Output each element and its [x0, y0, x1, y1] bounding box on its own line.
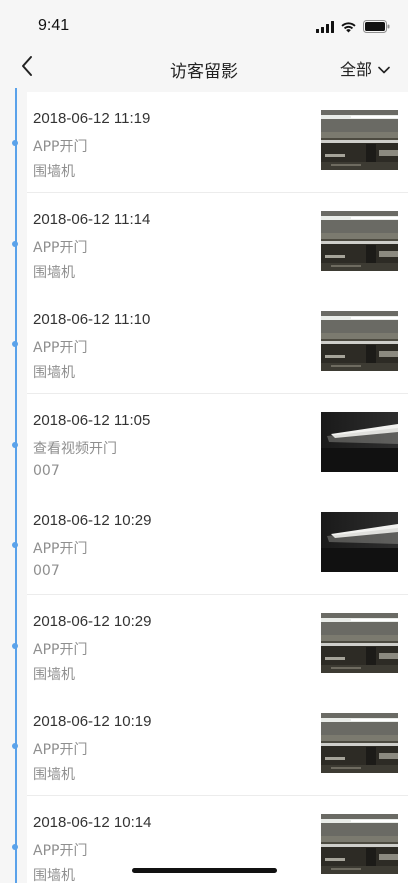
record-time: 2018-06-12 10:29: [33, 612, 152, 630]
visitor-photo-thumbnail[interactable]: [321, 311, 398, 371]
visitor-photo-thumbnail[interactable]: [321, 612, 398, 673]
record-open-method: APP开门: [33, 842, 88, 859]
visitor-photo-thumbnail[interactable]: [321, 512, 398, 572]
record-row[interactable]: 2018-06-12 10:29 APP开门 007: [12, 494, 408, 595]
timeline-dot: [12, 843, 18, 850]
record-time: 2018-06-12 11:14: [33, 210, 151, 228]
filter-label: 全部: [339, 60, 372, 79]
record-row[interactable]: 2018-06-12 11:14 APP开门围墙机: [12, 192, 408, 294]
battery-icon: [363, 18, 390, 37]
record-open-method: APP开门: [33, 239, 88, 256]
record-device: 围墙机: [33, 867, 75, 883]
record-time: 2018-06-12 11:10: [33, 311, 151, 328]
wifi-icon: [340, 18, 357, 37]
home-indicator[interactable]: [132, 868, 277, 873]
record-row[interactable]: 2018-06-12 11:05 查看视频开门 007: [12, 393, 408, 495]
filter-dropdown[interactable]: 全部: [340, 56, 390, 80]
record-device: 007: [33, 462, 60, 479]
visitor-photo-thumbnail[interactable]: [321, 411, 398, 472]
visitor-record-list[interactable]: 2018-06-12 11:19 APP开门 围墙机 2018-06-12 11:14…: [0, 88, 408, 883]
record-time: 2018-06-12 11:19: [33, 110, 151, 127]
record-device: 007: [33, 563, 60, 579]
record-open-method: 查看视频开门: [33, 440, 117, 457]
record-device: 围墙机: [33, 365, 75, 381]
status-time: 9:41: [38, 17, 70, 34]
visitor-photo-thumbnail[interactable]: [321, 813, 398, 874]
visitor-photo-thumbnail[interactable]: [321, 210, 398, 271]
timeline-dot: [12, 441, 18, 448]
cellular-signal-icon: [316, 18, 334, 37]
timeline-dot: [12, 642, 18, 649]
record-open-method: APP开门: [33, 742, 88, 758]
record-open-method: APP开门: [33, 139, 88, 155]
record-row[interactable]: 2018-06-12 10:19 APP开门围墙机: [12, 695, 408, 796]
record-row[interactable]: 2018-06-12 10:29 APP开门围墙机: [12, 594, 408, 696]
visitor-photo-thumbnail[interactable]: [321, 713, 398, 773]
record-device: 围墙机: [33, 164, 75, 180]
record-device: 围墙机: [33, 666, 75, 683]
timeline-dot: [12, 743, 18, 749]
record-open-method: APP开门: [33, 641, 88, 658]
record-time: 2018-06-12 10:14: [33, 813, 152, 831]
record-row[interactable]: 2018-06-12 11:19 APP开门围墙机: [12, 92, 408, 193]
timeline-dot: [12, 240, 18, 247]
status-icons: [316, 18, 390, 37]
visitor-photo-thumbnail[interactable]: [321, 110, 398, 170]
timeline-dot: [12, 140, 18, 146]
status-bar: 9:41: [0, 0, 408, 48]
timeline-line: [15, 88, 17, 883]
record-time: 2018-06-12 10:29: [33, 512, 152, 529]
timeline-dot: [12, 542, 18, 548]
nav-bar: 访客留影 全部: [0, 48, 408, 88]
record-time: 2018-06-12 11:05: [33, 411, 151, 429]
record-open-method: APP开门: [33, 541, 88, 557]
chevron-down-icon: [378, 59, 390, 78]
record-device: 围墙机: [33, 767, 75, 783]
record-open-method: APP开门: [33, 340, 88, 356]
timeline-dot: [12, 341, 18, 347]
record-time: 2018-06-12 10:19: [33, 713, 152, 730]
record-row[interactable]: 2018-06-12 11:10 APP开门围墙机: [12, 293, 408, 394]
record-device: 围墙机: [33, 264, 75, 281]
screen: 9:41 访客留影 全部 2018-06-12 11:19 APP开门 围墙机 …: [0, 0, 408, 883]
